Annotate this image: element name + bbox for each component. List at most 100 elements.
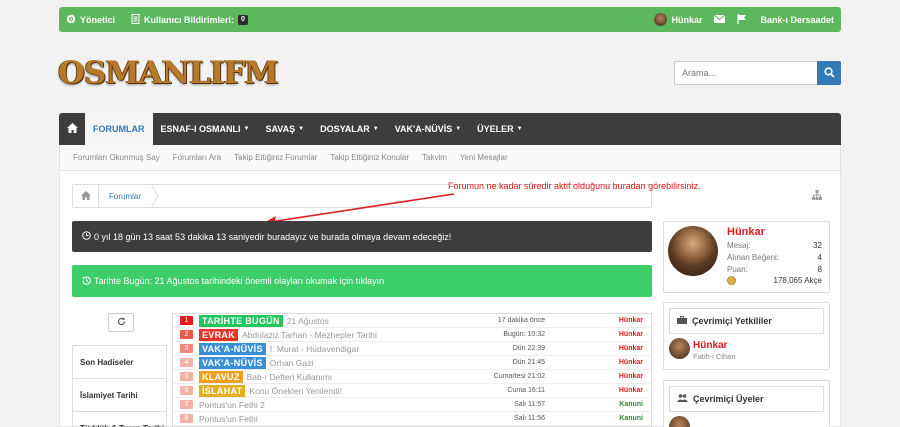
site-logo[interactable]: OSMANLIFM — [58, 55, 279, 91]
subnav-mark-read[interactable]: Forumları Okunmuş Say — [73, 153, 160, 162]
thread-user-link[interactable]: Kanuni — [619, 415, 643, 422]
thread-prefix-label[interactable]: KLAVUZ — [199, 370, 243, 383]
avatar[interactable] — [669, 338, 690, 359]
history-today-bar[interactable]: Tarihte Bugün: 21 Ağustos tarihindeki ön… — [72, 265, 652, 297]
list-item[interactable]: 8 Pontus'un Fethi Salı 11:56 Kanuni — [173, 412, 651, 426]
tab-turkluk-turan[interactable]: Türklük & Turan Tarihi — [73, 412, 166, 427]
list-item[interactable]: 2 EVRAK Abdulaziz Tarhan - Mezhepler Tarih… — [173, 328, 651, 342]
history-text: Tarihte Bugün: 21 Ağustos tarihindeki ön… — [94, 276, 385, 286]
bank-link[interactable]: Bank-ı Dersaadet — [760, 15, 834, 25]
top-bar: Yönetici Kullanıcı Bildirimleri: 0 Hünka… — [59, 7, 841, 32]
panel-title: Çevrimiçi Yetkililer — [692, 316, 772, 326]
uptime-bar: 0 yıl 18 gün 13 saat 53 dakika 13 saniye… — [72, 221, 652, 252]
list-item[interactable]: 7 Pontus'un Fethi 2 Salı 11:57 Kanuni — [173, 398, 651, 412]
search-box — [674, 61, 841, 85]
admin-label: Yönetici — [80, 14, 116, 25]
thread-user-link[interactable]: Hünkar — [619, 317, 643, 324]
nav-label: FORUMLAR — [93, 124, 145, 134]
refresh-button[interactable] — [108, 313, 134, 332]
thread-title-link[interactable]: Bab-ı Defteri Kullanımı — [247, 372, 333, 382]
nav-label: SAVAŞ — [265, 124, 296, 134]
rank-badge: 6 — [180, 386, 193, 395]
stat-akce: 178,065 Akçe — [727, 276, 822, 287]
rank-badge: 4 — [180, 358, 193, 367]
briefcase-icon — [677, 315, 687, 326]
thread-prefix-label[interactable]: İSLAHAT — [199, 384, 246, 397]
tab-islamiyet-tarihi[interactable]: İslamiyet Tarihi — [73, 379, 166, 412]
thread-user-link[interactable]: Hünkar — [619, 387, 643, 394]
list-item[interactable]: 1 TARİHTE BUGÜN 21 Ağustos 17 dakika önce Hü… — [173, 314, 651, 328]
notifications-count-badge: 0 — [238, 14, 248, 25]
coin-icon — [727, 276, 736, 287]
envelope-icon[interactable] — [714, 14, 726, 25]
thread-prefix-label[interactable]: VAK'A-NÜVİS — [199, 342, 266, 355]
list-item[interactable]: 6 İSLAHAT Konu Önekleri Yenilendi! Cuma 16:… — [173, 384, 651, 398]
thread-user-link[interactable]: Hünkar — [619, 373, 643, 380]
nav-label: DOSYALAR — [320, 124, 370, 134]
caret-down-icon: ▼ — [455, 126, 462, 132]
thread-prefix-label[interactable]: TARİHTE BUGÜN — [199, 314, 283, 327]
nav-esnaf[interactable]: ESNAF-I OSMANLI ▼ — [153, 113, 258, 145]
stat-likes: Alınan Beğeni: 4 — [727, 253, 822, 262]
bank-label: Bank-ı Dersaadet — [760, 14, 834, 25]
stat-label: Puan: — [727, 265, 748, 274]
list-item[interactable]: 4 VAK'A-NÜVİS Orhan Gazi Dün 21:45 Hünkar — [173, 356, 651, 370]
stat-label: Alınan Beğeni: — [727, 253, 780, 262]
subnav-search-forums[interactable]: Forumları Ara — [173, 153, 221, 162]
nav-forumlar[interactable]: FORUMLAR — [85, 113, 153, 145]
users-icon — [677, 394, 688, 404]
annotation-text: Forumun ne kadar süredir aktif olduğunu … — [448, 181, 701, 191]
thread-time: Bugün: 10:32 — [503, 331, 545, 338]
thread-user-link[interactable]: Hünkar — [619, 345, 643, 352]
list-item[interactable]: 3 VAK'A-NÜVİS I. Murat - Hüdavendigar Dün 2… — [173, 342, 651, 356]
thread-title-link[interactable]: I. Murat - Hüdavendigar — [270, 344, 359, 354]
thread-time: Cuma 16:11 — [507, 387, 545, 394]
profile-name[interactable]: Hünkar — [727, 226, 765, 238]
subnav-calendar[interactable]: Takvim — [422, 153, 447, 162]
online-staff-title: Çevrimiçi Yetkililer — [669, 308, 824, 334]
user-menu[interactable]: Hünkar — [654, 13, 702, 26]
thread-title-link[interactable]: Pontus'un Fethi — [199, 414, 258, 424]
nav-home[interactable] — [59, 113, 85, 145]
avatar[interactable] — [668, 226, 718, 276]
thread-title-link[interactable]: Orhan Gazi — [270, 358, 313, 368]
uptime-text: 0 yıl 18 gün 13 saat 53 dakika 13 saniye… — [94, 231, 452, 242]
thread-prefix-label[interactable]: EVRAK — [199, 328, 239, 341]
breadcrumb-separator — [151, 184, 159, 208]
thread-title-link[interactable]: Pontus'un Fethi 2 — [199, 400, 265, 410]
nav-vakanuvis[interactable]: VAK'A-NÜVİS ▼ — [387, 113, 469, 145]
clock-icon — [82, 231, 91, 242]
thread-title-link[interactable]: Abdulaziz Tarhan - Mezhepler Tarihi — [242, 330, 377, 340]
staff-user-link[interactable]: Hünkar — [693, 340, 727, 351]
flag-icon[interactable] — [737, 13, 747, 26]
subnav-watched-forums[interactable]: Takip Ettiğiniz Forumlar — [234, 153, 317, 162]
thread-title-link[interactable]: 21 Ağustos — [287, 316, 329, 326]
sitemap-icon[interactable] — [812, 190, 822, 202]
tab-son-hadiseler[interactable]: Son Hadiseler — [73, 346, 166, 379]
thread-prefix-label[interactable]: VAK'A-NÜVİS — [199, 356, 266, 369]
thread-time: 17 dakika önce — [497, 317, 545, 324]
subnav-watched-threads[interactable]: Takip Ettiğiniz Konular — [330, 153, 409, 162]
admin-link[interactable]: Yönetici — [66, 14, 115, 26]
thread-user-link[interactable]: Hünkar — [619, 331, 643, 338]
stat-value: 32 — [813, 241, 822, 250]
notifications-link[interactable]: Kullanıcı Bildirimleri: 0 — [131, 13, 248, 26]
caret-down-icon: ▼ — [516, 126, 523, 132]
thread-title-link[interactable]: Konu Önekleri Yenilendi! — [249, 386, 342, 396]
nav-savas[interactable]: SAVAŞ ▼ — [257, 113, 312, 145]
subnav-new-posts[interactable]: Yeni Mesajlar — [460, 153, 508, 162]
search-input[interactable] — [674, 61, 817, 85]
thread-user-link[interactable]: Hünkar — [619, 359, 643, 366]
thread-user-link[interactable]: Kanuni — [619, 401, 643, 408]
nav-uyeler[interactable]: ÜYELER ▼ — [469, 113, 530, 145]
rank-badge: 5 — [180, 372, 193, 381]
breadcrumb-home[interactable] — [73, 185, 99, 207]
rank-badge: 2 — [180, 330, 193, 339]
stat-points: Puan: 8 — [727, 265, 822, 274]
thread-time: Cumartesi 21:02 — [493, 373, 545, 380]
breadcrumb-forums[interactable]: Forumlar — [99, 192, 141, 201]
list-item[interactable]: 5 KLAVUZ Bab-ı Defteri Kullanımı Cumartesi … — [173, 370, 651, 384]
search-button[interactable] — [817, 61, 841, 85]
sub-nav: Forumları Okunmuş Say Forumları Ara Taki… — [59, 145, 841, 171]
nav-dosyalar[interactable]: DOSYALAR ▼ — [312, 113, 387, 145]
